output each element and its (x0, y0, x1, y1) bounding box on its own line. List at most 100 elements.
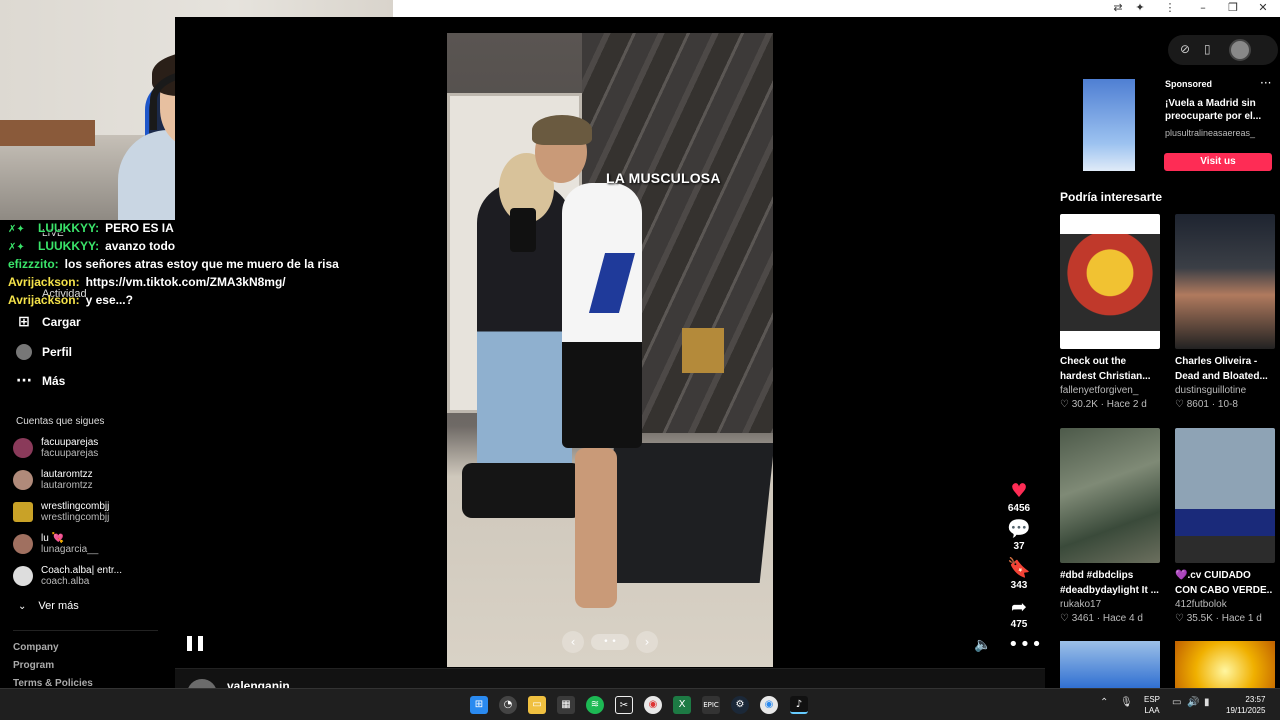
file-explorer-icon[interactable]: ▭ (528, 696, 546, 714)
user-avatar[interactable] (1229, 39, 1251, 61)
plus-square-icon: ⊞ (18, 314, 30, 330)
video-player[interactable]: LA MUSCULOSA ‹ • • › (447, 33, 773, 667)
translate-icon[interactable]: ⇄ (1112, 2, 1124, 14)
pause-button[interactable] (187, 636, 203, 652)
share-count: 475 (1010, 619, 1028, 630)
close-icon[interactable]: ✕ (1257, 2, 1269, 14)
like-button[interactable]: ♥ 6456 (1003, 480, 1035, 515)
account-handle: facuuparejas (41, 448, 99, 459)
tray-chevron-icon[interactable]: ⌃ (1100, 697, 1108, 708)
following-account[interactable]: facuuparejas facuuparejas (13, 434, 163, 462)
comment-icon: 💬 (1007, 518, 1031, 540)
following-account[interactable]: Coach.alba| entr... coach.alba (13, 562, 163, 590)
spotify-icon[interactable]: ≋ (586, 696, 604, 714)
video-thumbnail[interactable] (1060, 641, 1160, 688)
nav-profile[interactable]: Perfil (16, 342, 72, 362)
browser-title-bar: ⇄ ✦ ⋮ – ❐ ✕ (393, 0, 1280, 17)
ad-handle[interactable]: plusultralineasaereas_ (1165, 128, 1255, 138)
ad-title[interactable]: ¡Vuela a Madrid sin preocuparte por el..… (1165, 97, 1271, 123)
account-avatar (13, 566, 33, 586)
mobile-icon[interactable]: ▯ (1204, 42, 1211, 56)
like-count: 6456 (1007, 503, 1031, 514)
account-name: lautaromtzz (41, 469, 93, 480)
chat-username: Avrijackson: (8, 275, 80, 289)
share-button[interactable]: ➦ 475 (1003, 596, 1035, 631)
widget-icon[interactable]: ◔ (499, 696, 517, 714)
video-title: 💜.cv CUIDADO CON CABO VERDE.. #41... (1175, 570, 1273, 596)
video-thumbnail (1175, 214, 1275, 349)
creator-avatar[interactable] (187, 679, 217, 688)
video-thumbnail[interactable] (1175, 641, 1275, 688)
carousel-prev-button[interactable]: ‹ (562, 631, 584, 653)
stream-chat-overlay: ✗✦ LUUKKYY: PERO ES IA ✗✦ LUUKKYY: avanzo to… (8, 219, 398, 309)
chat-text: https://vm.tiktok.com/ZMA3kN8mg/ (85, 275, 286, 289)
recommended-video[interactable]: 💜.cv CUIDADO CON CABO VERDE.. #41... 412… (1175, 428, 1275, 626)
chrome-profile-icon[interactable]: ◉ (760, 696, 778, 714)
video-stats: ♡ 35.5K · Hace 1 d (1175, 613, 1262, 624)
comment-button[interactable]: 💬 37 (1003, 518, 1035, 553)
restore-icon[interactable]: ❐ (1227, 2, 1239, 14)
video-thumbnail (1175, 428, 1275, 563)
volume-tray-icon[interactable]: 🔊 (1187, 697, 1199, 708)
following-account[interactable]: wrestlingcombjj wrestlingcombjj (13, 498, 163, 526)
recommended-video[interactable]: Check out the hardest Christian... falle… (1060, 214, 1160, 412)
input-language[interactable]: ESP LAA (1144, 694, 1160, 716)
system-clock[interactable]: 23:57 19/11/2025 (1226, 694, 1265, 716)
account-avatar (13, 470, 33, 490)
account-avatar (13, 438, 33, 458)
volume-icon[interactable]: 🔈 (974, 637, 991, 653)
share-arrow-icon: ➦ (1011, 596, 1027, 618)
nav-more-label: Más (42, 374, 66, 388)
footer-link-program[interactable]: Program (13, 660, 54, 671)
heart-icon: ♥ (1010, 480, 1028, 502)
see-more-button[interactable]: ⌄ Ver más (18, 600, 79, 612)
video-stats: ♡ 3461 · Hace 4 d (1060, 613, 1143, 624)
recommended-video[interactable]: Charles Oliveira - Dead and Bloated... d… (1175, 214, 1275, 412)
tiktok-icon[interactable]: ♪ (790, 696, 808, 714)
right-panel: ⊘ ▯ Sponsored ··· ¡Vuela a Madrid sin pr… (1045, 17, 1280, 688)
excel-icon[interactable]: X (673, 696, 691, 714)
clock-date: 19/11/2025 (1226, 706, 1266, 715)
network-icon[interactable]: ▭ (1172, 697, 1181, 708)
language-region: LAA (1144, 706, 1160, 715)
creator-row: valenganin (175, 668, 1045, 688)
steam-icon[interactable]: ⚙ (731, 696, 749, 714)
carousel-next-button[interactable]: › (636, 631, 658, 653)
comment-count: 37 (1013, 541, 1025, 552)
ad-more-icon[interactable]: ··· (1260, 76, 1271, 90)
following-account[interactable]: lautaromtzz lautaromtzz (13, 466, 163, 494)
video-stats: ♡ 8601 · 10-8 (1175, 399, 1238, 410)
creator-username[interactable]: valenganin (227, 679, 290, 688)
following-account[interactable]: lu 💘 lunagarcia__ (13, 530, 163, 558)
nav-upload-label: Cargar (42, 315, 81, 329)
battery-icon[interactable]: ▮ (1204, 697, 1210, 708)
ellipsis-icon: ··· (16, 373, 32, 389)
visit-us-button[interactable]: Visit us (1164, 153, 1272, 171)
kebab-menu-icon[interactable]: ⋮ (1164, 2, 1176, 14)
footer-link-company[interactable]: Company (13, 642, 59, 653)
save-button[interactable]: 🔖 343 (1003, 558, 1035, 592)
chat-message: efizzzito: los señores atras estoy que me… (8, 255, 398, 273)
capcut-icon[interactable]: ✂ (615, 696, 633, 714)
nav-upload[interactable]: ⊞ Cargar (16, 312, 81, 332)
video-author: dustinsguillotine (1175, 385, 1247, 396)
more-options-icon[interactable]: ••• (1008, 634, 1043, 655)
compass-icon[interactable]: ⊘ (1180, 42, 1190, 56)
nav-more[interactable]: ··· Más (16, 371, 65, 391)
epic-games-icon[interactable]: EPIC (702, 696, 720, 714)
account-avatar (13, 534, 33, 554)
chrome-icon[interactable]: ◉ (644, 696, 662, 714)
recommended-video[interactable]: #dbd #dbdclips #deadbydaylight It ... ru… (1060, 428, 1160, 626)
start-button-icon[interactable]: ⊞ (470, 696, 488, 714)
extensions-icon[interactable]: ✦ (1134, 2, 1146, 14)
save-count: 343 (1010, 580, 1028, 591)
recommendations-title: Podría interesarte (1060, 190, 1163, 204)
video-title: Check out the hardest Christian... (1060, 356, 1151, 382)
microphone-icon[interactable]: 🎙 (1120, 697, 1133, 708)
minimize-icon[interactable]: – (1197, 2, 1209, 14)
account-name: Coach.alba| entr... (41, 565, 122, 576)
sponsored-label: Sponsored (1165, 79, 1213, 89)
store-icon[interactable]: ▦ (557, 696, 575, 714)
video-stats-value: 30.2K · Hace 2 d (1071, 399, 1147, 410)
ad-thumbnail[interactable] (1083, 79, 1135, 171)
